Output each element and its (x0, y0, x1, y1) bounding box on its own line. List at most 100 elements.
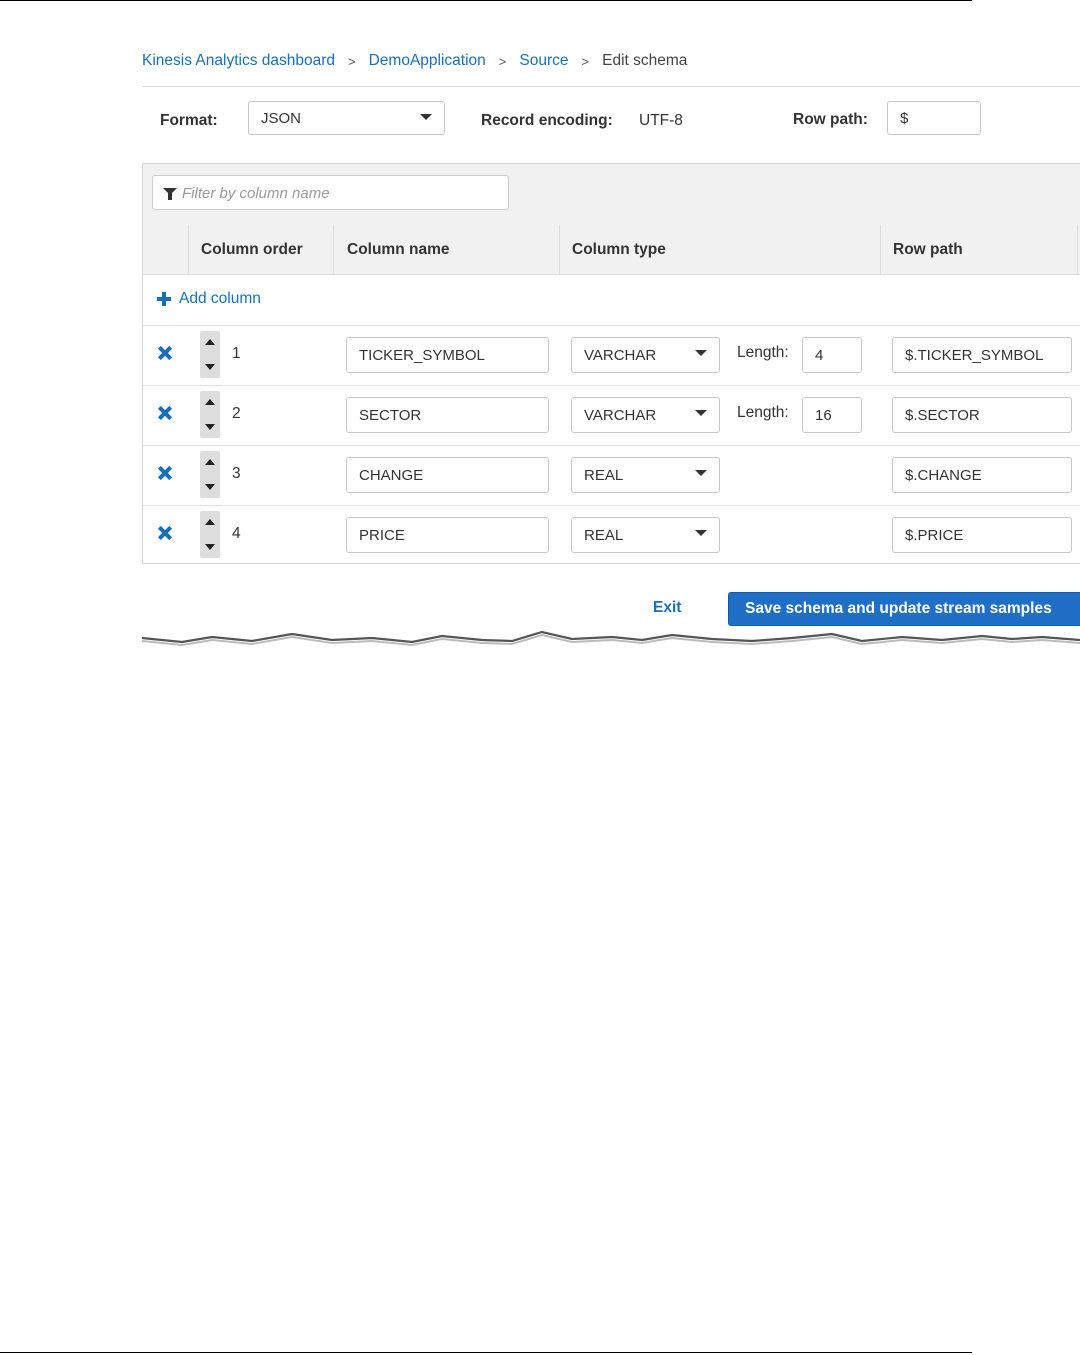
remove-column-icon[interactable] (158, 406, 172, 420)
length-label: Length: (737, 404, 789, 421)
schema-table: Filter by column name Column order Colum… (142, 163, 1080, 564)
table-row: 1 TICKER_SYMBOL VARCHAR Length: 4 $.TICK… (143, 325, 1080, 386)
row-path-field[interactable]: $.TICKER_SYMBOL (892, 337, 1072, 373)
header-row-path[interactable]: Row path (893, 225, 963, 274)
save-schema-button[interactable]: Save schema and update stream samples (728, 592, 1080, 626)
caret-down-icon (695, 410, 707, 416)
format-select[interactable]: JSON (248, 101, 445, 135)
column-name-value: TICKER_SYMBOL (359, 346, 485, 364)
breadcrumb: Kinesis Analytics dashboard > DemoApplic… (142, 52, 687, 70)
row-path-value: $.PRICE (905, 526, 964, 544)
page-bottom-rule (0, 1352, 972, 1353)
caret-down-icon (695, 470, 707, 476)
column-name-value: CHANGE (359, 466, 424, 484)
record-encoding-value: UTF-8 (639, 112, 683, 129)
breadcrumb-dashboard-link[interactable]: Kinesis Analytics dashboard (142, 52, 335, 70)
filter-input[interactable]: Filter by column name (152, 175, 509, 210)
column-name-input[interactable]: TICKER_SYMBOL (346, 337, 549, 373)
row-path-value: $.SECTOR (905, 406, 980, 424)
move-up-icon[interactable] (200, 331, 220, 354)
column-divider (188, 225, 189, 274)
remove-column-icon[interactable] (158, 466, 172, 480)
table-row: 4 PRICE REAL $.PRICE (143, 505, 1080, 565)
length-input[interactable]: 4 (802, 337, 862, 373)
remove-column-icon[interactable] (158, 346, 172, 360)
row-path-field[interactable]: $.PRICE (892, 517, 1072, 553)
header-column-name[interactable]: Column name (347, 225, 449, 274)
column-type-select[interactable]: VARCHAR (571, 337, 720, 373)
caret-down-icon (420, 114, 432, 120)
column-type-select[interactable]: REAL (571, 457, 720, 493)
column-order-value: 4 (232, 525, 241, 542)
column-order-value: 2 (232, 405, 241, 422)
add-column-button[interactable]: Add column (157, 290, 261, 308)
column-order-value: 1 (232, 345, 241, 362)
filter-bar: Filter by column name (143, 164, 1080, 226)
row-path-label: Row path: (793, 111, 868, 128)
move-down-icon[interactable] (200, 355, 220, 378)
breadcrumb-source-link[interactable]: Source (519, 52, 568, 70)
remove-column-icon[interactable] (158, 526, 172, 540)
column-type-value: REAL (584, 526, 624, 544)
move-down-icon[interactable] (200, 475, 220, 498)
length-input[interactable]: 16 (802, 397, 862, 433)
column-type-value: VARCHAR (584, 406, 657, 424)
filter-icon (163, 188, 177, 200)
length-value: 4 (815, 346, 824, 364)
add-column-row: Add column (143, 274, 1080, 326)
move-up-icon[interactable] (200, 511, 220, 534)
column-divider (1077, 225, 1078, 274)
table-header: Column order Column name Column type Row… (143, 225, 1080, 275)
record-encoding-label: Record encoding: (481, 112, 613, 129)
column-type-value: REAL (584, 466, 624, 484)
caret-down-icon (695, 530, 707, 536)
format-label: Format: (160, 112, 218, 129)
row-path-field[interactable]: $.SECTOR (892, 397, 1072, 433)
plus-icon (157, 292, 171, 306)
row-path-field[interactable]: $.CHANGE (892, 457, 1072, 493)
filter-placeholder: Filter by column name (182, 185, 330, 202)
move-up-icon[interactable] (200, 451, 220, 474)
order-stepper (200, 391, 220, 438)
order-stepper (200, 331, 220, 378)
header-column-type[interactable]: Column type (572, 225, 666, 274)
breadcrumb-current: Edit schema (602, 52, 688, 69)
move-down-icon[interactable] (200, 415, 220, 438)
column-divider (880, 225, 881, 274)
column-divider (559, 225, 560, 274)
move-down-icon[interactable] (200, 535, 220, 558)
add-column-label: Add column (179, 290, 261, 307)
table-row: 3 CHANGE REAL $.CHANGE (143, 445, 1080, 506)
divider (142, 86, 1080, 87)
length-value: 16 (815, 406, 832, 424)
row-path-input[interactable]: $ (887, 101, 981, 135)
column-name-input[interactable]: CHANGE (346, 457, 549, 493)
breadcrumb-application-link[interactable]: DemoApplication (369, 52, 486, 70)
order-stepper (200, 511, 220, 558)
order-stepper (200, 451, 220, 498)
caret-down-icon (695, 350, 707, 356)
column-name-input[interactable]: SECTOR (346, 397, 549, 433)
column-type-select[interactable]: VARCHAR (571, 397, 720, 433)
exit-link[interactable]: Exit (653, 599, 681, 617)
column-type-value: VARCHAR (584, 346, 657, 364)
column-name-value: PRICE (359, 526, 405, 544)
move-up-icon[interactable] (200, 391, 220, 414)
row-path-value: $.CHANGE (905, 466, 982, 484)
header-column-order[interactable]: Column order (201, 225, 303, 274)
torn-edge (142, 630, 1080, 660)
row-path-value: $.TICKER_SYMBOL (905, 346, 1044, 364)
format-select-value: JSON (261, 109, 302, 127)
chevron-right-icon: > (498, 53, 507, 69)
column-name-input[interactable]: PRICE (346, 517, 549, 553)
edit-schema-screenshot: Kinesis Analytics dashboard > DemoApplic… (142, 40, 1080, 660)
column-type-select[interactable]: REAL (571, 517, 720, 553)
table-row: 2 SECTOR VARCHAR Length: 16 $.SECTOR (143, 385, 1080, 446)
column-order-value: 3 (232, 465, 241, 482)
chevron-right-icon: > (348, 53, 356, 69)
row-path-input-value: $ (900, 109, 909, 127)
column-divider (333, 225, 334, 274)
page-top-rule (0, 0, 972, 1)
chevron-right-icon: > (581, 53, 590, 69)
save-schema-label: Save schema and update stream samples (745, 600, 1052, 617)
